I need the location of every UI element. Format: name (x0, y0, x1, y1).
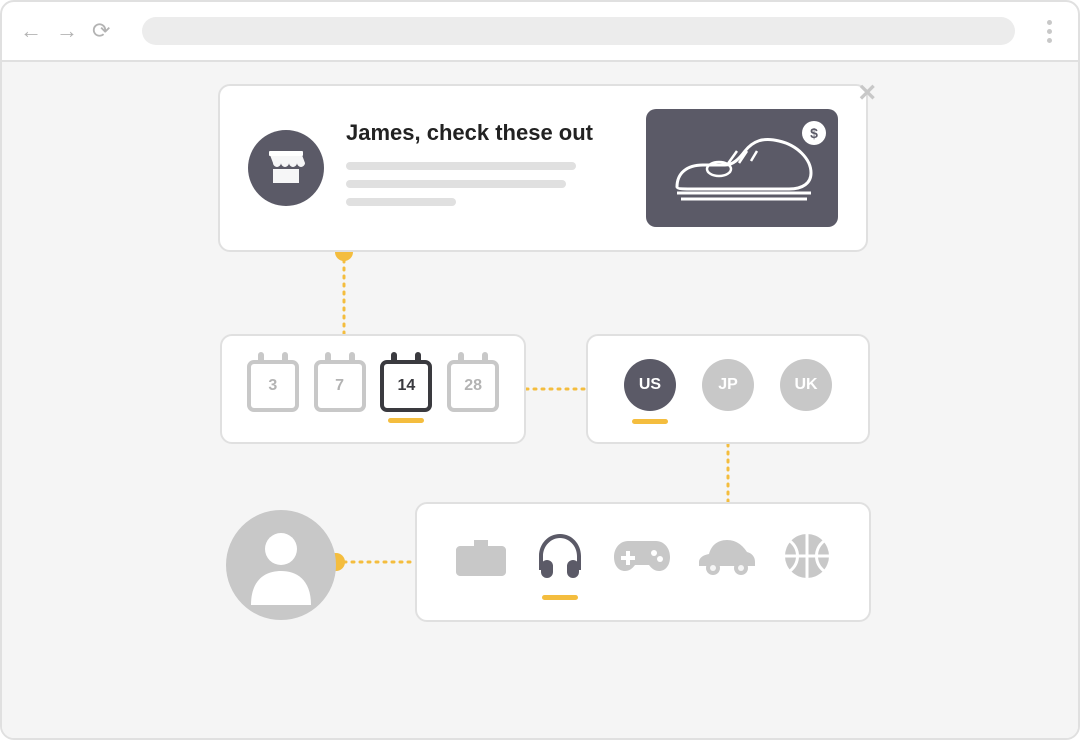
placeholder-line (346, 180, 566, 188)
day-option[interactable]: 28 (447, 360, 499, 423)
interest-option[interactable] (784, 533, 830, 599)
close-icon[interactable]: × (858, 76, 876, 110)
url-bar[interactable] (142, 17, 1015, 45)
interest-option[interactable] (699, 536, 755, 596)
briefcase-icon (456, 534, 506, 583)
interest-option[interactable] (535, 532, 585, 600)
car-icon (699, 536, 755, 581)
reload-icon[interactable]: ⟳ (92, 18, 110, 44)
interest-option[interactable] (456, 534, 506, 598)
forward-arrow-icon[interactable]: → (56, 18, 78, 44)
active-underline (789, 594, 825, 599)
calendar-icon: 3 (247, 360, 299, 412)
active-underline (632, 419, 668, 424)
region-option[interactable]: UK (780, 359, 832, 424)
ad-headline: James, check these out (346, 120, 624, 146)
recommendation-card: × James, check these out $ (218, 84, 868, 252)
page-canvas: × James, check these out $ 37 (2, 62, 1078, 738)
active-underline (388, 418, 424, 423)
calendar-icon: 28 (447, 360, 499, 412)
region-card: US JP UK (586, 334, 870, 444)
placeholder-line (346, 162, 576, 170)
region-option[interactable]: JP (702, 359, 754, 424)
gamepad-icon (614, 537, 670, 580)
calendar-icon: 14 (380, 360, 432, 412)
active-underline (463, 593, 499, 598)
basketball-icon (784, 533, 830, 584)
browser-toolbar: ← → ⟳ (2, 2, 1078, 62)
calendar-icon: 7 (314, 360, 366, 412)
frequency-card: 37 14 28 (220, 334, 526, 444)
browser-window-frame: ← → ⟳ × James, check these out (0, 0, 1080, 740)
placeholder-line (346, 198, 456, 206)
active-underline (255, 418, 291, 423)
headphones-icon (535, 532, 585, 585)
day-option[interactable]: 7 (314, 360, 366, 423)
active-underline (542, 595, 578, 600)
back-arrow-icon[interactable]: ← (20, 18, 42, 44)
interests-card (415, 502, 871, 622)
day-option[interactable]: 14 (380, 360, 432, 423)
store-icon (248, 130, 324, 206)
active-underline (788, 419, 824, 424)
region-badge: US (624, 359, 676, 411)
interest-option[interactable] (614, 537, 670, 595)
region-option[interactable]: US (624, 359, 676, 424)
user-avatar (226, 510, 336, 620)
day-option[interactable]: 3 (247, 360, 299, 423)
more-menu-icon[interactable] (1047, 20, 1052, 43)
ad-text-block: James, check these out (346, 120, 624, 216)
active-underline (710, 419, 746, 424)
region-badge: JP (702, 359, 754, 411)
region-badge: UK (780, 359, 832, 411)
product-tile[interactable]: $ (646, 109, 838, 227)
sneaker-icon (667, 129, 817, 207)
active-underline (624, 590, 660, 595)
active-underline (709, 591, 745, 596)
active-underline (455, 418, 491, 423)
active-underline (322, 418, 358, 423)
price-badge: $ (802, 121, 826, 145)
